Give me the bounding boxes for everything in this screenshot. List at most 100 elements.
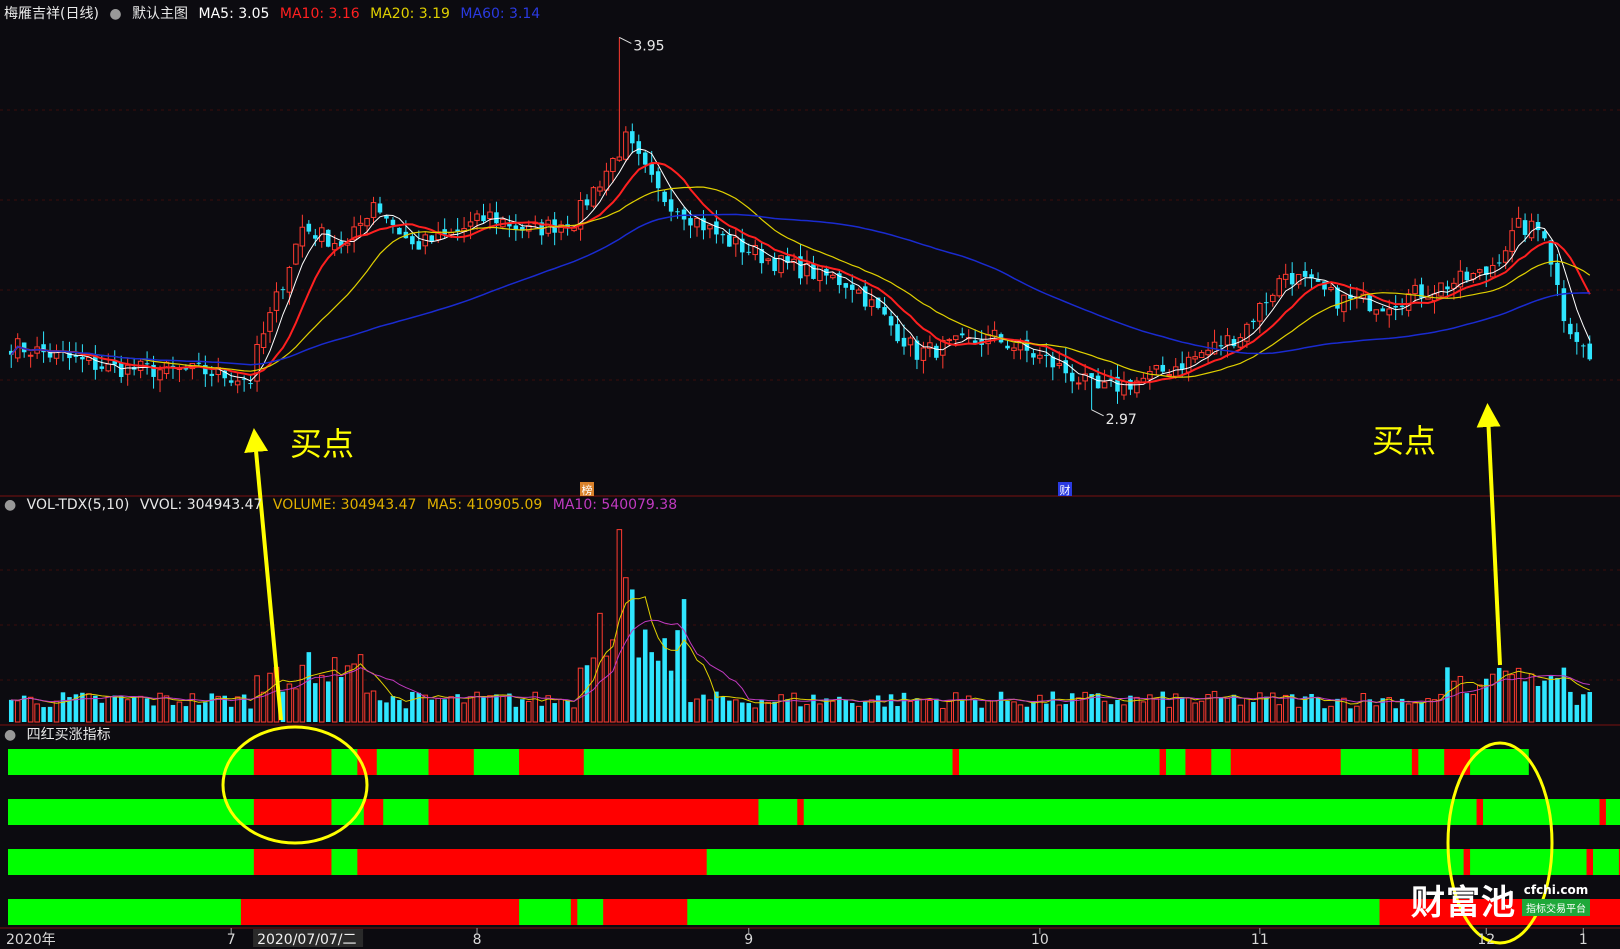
volume-bar-up (1412, 702, 1418, 723)
candle-body-up (765, 258, 771, 262)
volume-bar-up (603, 655, 610, 723)
volume-bar-up (920, 698, 927, 723)
candle-body-down (325, 229, 331, 247)
indicator-segment-green (959, 749, 1161, 775)
indicator-segment-green (687, 899, 1381, 925)
volume-bar-up (267, 672, 273, 723)
volume-bar-down (934, 698, 939, 722)
volume-bar-up (1185, 697, 1192, 723)
indicator-segment-green (8, 749, 255, 775)
volume-bar-down (1251, 702, 1256, 722)
volume-bar-down (118, 695, 124, 722)
volume-bar-down (410, 691, 415, 722)
candle-body-up (1438, 282, 1444, 297)
volume-bar-down (494, 694, 499, 722)
candle-body-up (597, 186, 603, 192)
volume-bar-up (1405, 703, 1412, 723)
volume-bar-down (455, 694, 460, 722)
candle-body-down (746, 251, 752, 253)
volume-bar-up (1166, 706, 1173, 723)
indicator-segment-red (428, 749, 475, 775)
candle-body-up (1205, 349, 1211, 356)
candle-body-up (603, 170, 610, 191)
candle-body-down (720, 233, 726, 236)
volume-bar-up (1237, 704, 1244, 723)
view-name[interactable]: 默认主图 (132, 6, 188, 22)
month-label: 8 (473, 932, 482, 948)
volume-bar-up (364, 692, 370, 723)
volume-bar-down (662, 638, 667, 722)
indicator-segment-green (8, 899, 242, 925)
volume-bar-up (422, 694, 429, 723)
volume-bar-down (47, 706, 53, 722)
candle-body-up (487, 211, 493, 220)
volume-bar-up (344, 665, 351, 723)
volume-bar-down (688, 702, 693, 722)
indicator-segment-red (240, 899, 520, 925)
volume-bar-up (1011, 701, 1017, 723)
volume-bar-down (338, 677, 344, 722)
candle-body-up (1489, 264, 1496, 278)
indicator-segment-green (331, 849, 358, 875)
volume-bar-down (1587, 692, 1593, 722)
volume-bar-up (1056, 704, 1063, 723)
volume-bar-up (940, 707, 946, 723)
candle-body-down (80, 356, 85, 360)
volume-bar-up (868, 699, 875, 723)
candle-body-up (273, 291, 280, 311)
volume-bar-down (1535, 685, 1541, 722)
volume-value: VOLUME: 304943.47 (272, 497, 417, 513)
candle-body-down (772, 258, 777, 272)
volume-bar-down (655, 660, 661, 722)
volume-bar-up (623, 577, 629, 723)
candle-body-down (313, 235, 318, 239)
volume-bar-down (998, 691, 1004, 722)
volume-bar-down (112, 695, 118, 722)
volume-bar-down (720, 697, 726, 722)
volume-bar-up (1354, 705, 1360, 723)
candle-body-down (849, 284, 855, 290)
volume-bar-down (1522, 681, 1528, 722)
candle-body-down (1464, 271, 1470, 281)
indicator-segment-red (519, 749, 585, 775)
indicator-segment-green (1593, 849, 1620, 875)
candle-body-down (1179, 363, 1185, 370)
settings-dot-icon[interactable]: ● (4, 727, 16, 743)
volume-bar-up (1489, 673, 1496, 723)
volume-bar-up (461, 702, 467, 723)
candle-body-down (714, 221, 719, 235)
volume-bar-up (1282, 694, 1289, 723)
indicator-segment-green (1211, 749, 1232, 775)
candle-body-down (959, 333, 965, 336)
volume-bar-up (778, 694, 784, 723)
volume-bar-up (927, 699, 933, 723)
buy-point-label-left: 买点 (290, 425, 354, 463)
volume-bar-up (1295, 706, 1302, 723)
candle-body-up (1328, 287, 1334, 291)
candle-body-up (1528, 220, 1535, 239)
candle-body-up (124, 364, 131, 375)
candle-body-down (811, 264, 816, 279)
candle-body-up (364, 218, 370, 227)
volume-bar-down (901, 692, 907, 722)
volume-bar-down (41, 707, 46, 722)
vol-indicator-name[interactable]: VOL-TDX(5,10) (27, 497, 130, 513)
candle-body-down (481, 215, 486, 222)
candle-body-up (27, 354, 34, 357)
candle-body-up (1341, 294, 1347, 313)
settings-dot-icon[interactable]: ● (4, 497, 16, 513)
chart-stage: 买点 买点3.952.97榜财 2020年 7 8 9 10 11 12 12020/07/07… (0, 36, 1620, 948)
candle-body-down (196, 362, 202, 364)
high-label: 3.95 (633, 38, 664, 54)
settings-dot-icon[interactable]: ● (109, 6, 121, 22)
volume-ma10-line (11, 619, 1590, 703)
candle-body-down (1044, 354, 1049, 356)
volume-bar-up (1224, 697, 1231, 723)
volume-bar-up (435, 697, 441, 723)
candle-body-down (1542, 231, 1547, 239)
buy-point-label-right: 买点 (1372, 422, 1436, 460)
indicator-segment-red (1185, 749, 1212, 775)
watermark: 财富池 cfchi.com 指标交易平台 (1411, 875, 1590, 923)
indicator-name[interactable]: 四红买涨指标 (27, 727, 111, 743)
volume-bar-down (1581, 694, 1586, 722)
